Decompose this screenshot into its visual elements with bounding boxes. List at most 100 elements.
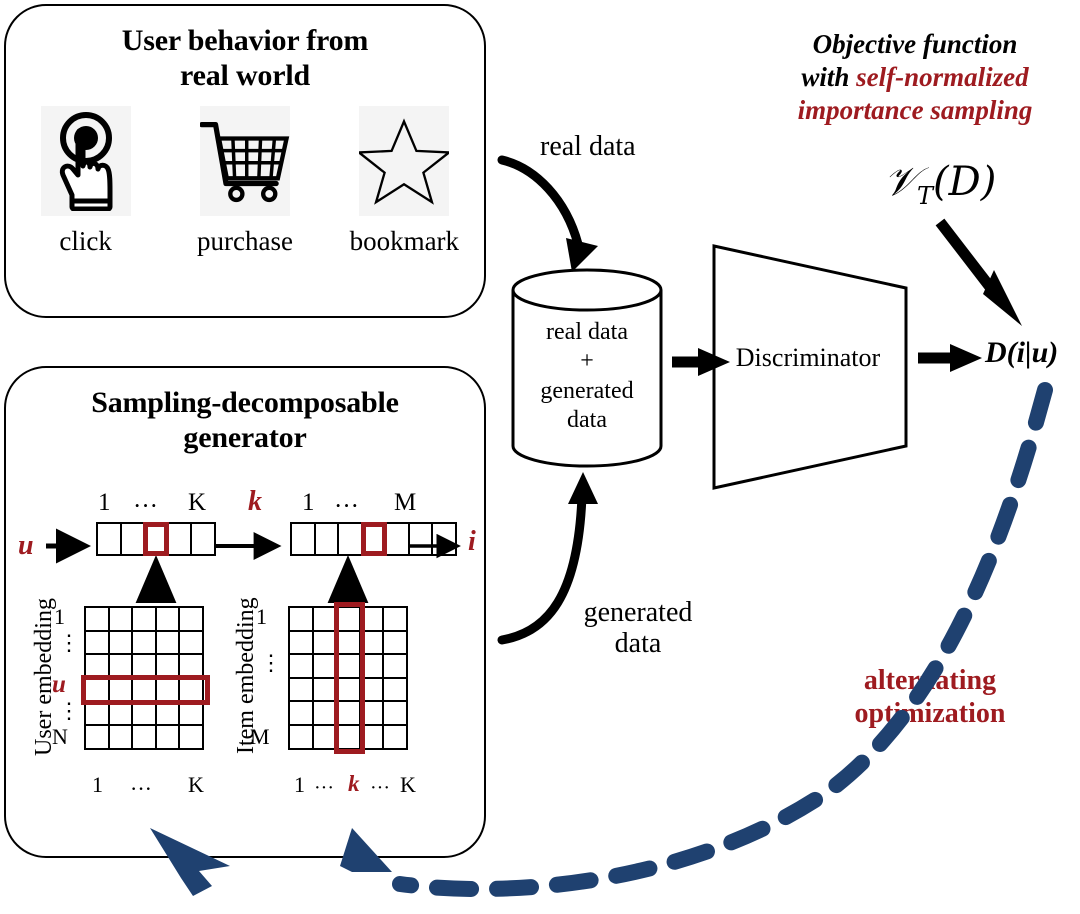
objective-line1: Objective function: [812, 29, 1018, 59]
matrix-cell: [335, 653, 361, 679]
matrix-cell: [131, 606, 157, 632]
matrix-cell: [107, 723, 134, 750]
item-embedding-col-end: K: [400, 772, 416, 797]
matrix-cell: [335, 606, 361, 632]
generator-output-symbol: i: [468, 526, 476, 557]
matrix-cell: [131, 629, 157, 656]
user-embedding-row-dots-lower: ⋮: [58, 698, 80, 723]
matrix-cell: [358, 653, 385, 679]
objective-function-text: Objective function with self-normalized …: [760, 28, 1070, 127]
matrix-cell: [107, 629, 134, 656]
matrix-cell: [178, 606, 204, 632]
matrix-cell: [311, 676, 338, 703]
matrix-cell: [288, 606, 314, 632]
matrix-cell: [154, 629, 181, 656]
item-embedding-matrix-row: [288, 723, 408, 750]
item-embedding-matrix: [288, 602, 408, 754]
vector-k-cell: [119, 522, 146, 556]
matrix-cell: [288, 700, 314, 726]
matrix-cell: [382, 723, 408, 750]
formula-v-symbol: 𝒱: [883, 159, 918, 205]
matrix-cell: [311, 606, 338, 632]
matrix-cell: [154, 723, 181, 750]
generator-middle-symbol: k: [248, 486, 262, 517]
generator-body: u 1 ··· K k 1 ··· M i User embedding 1 ⋮…: [6, 486, 488, 860]
bookmark-star-icon: [359, 118, 450, 205]
matrix-cell: [382, 629, 408, 656]
generator-title-line2: generator: [183, 420, 307, 454]
matrix-cell: [107, 700, 134, 726]
matrix-cell: [107, 653, 134, 679]
vector-k-label-dots: ···: [133, 493, 158, 520]
vector-k-label-start: 1: [98, 489, 111, 516]
matrix-cell: [288, 629, 314, 656]
generated-data-flow-label: generated data: [548, 597, 728, 660]
item-embedding-col-start: 1: [294, 772, 305, 797]
user-embedding-col-start: 1: [92, 772, 103, 797]
matrix-cell: [178, 676, 204, 703]
user-behavior-title: User behavior from real world: [6, 24, 484, 93]
item-embedding-row-dots: ⋮: [260, 650, 282, 675]
item-embedding-matrix-row: [288, 606, 408, 632]
generated-data-line1: generated: [583, 597, 693, 628]
arrow-objective-to-output-head: [983, 270, 1022, 326]
discriminator-label: Discriminator: [735, 343, 881, 372]
matrix-cell: [311, 723, 338, 750]
purchase-cart-icon: [199, 122, 290, 203]
matrix-cell: [178, 723, 204, 750]
matrix-cell: [154, 700, 181, 726]
matrix-cell: [335, 700, 361, 726]
real-data-flow-label: real data: [540, 131, 636, 162]
vector-m-label-dots: ···: [334, 493, 359, 520]
matrix-cell: [84, 723, 110, 750]
user-embedding-row-top: 1: [54, 604, 65, 629]
behavior-item-click: click: [16, 106, 156, 255]
alternating-line1: alternating: [863, 665, 997, 696]
matrix-cell: [131, 653, 157, 679]
user-embedding-matrix-row: [84, 676, 204, 703]
behavior-caption-bookmark: bookmark: [349, 226, 460, 256]
vector-k: [96, 522, 216, 556]
data-store-line1: real data: [546, 319, 628, 345]
vector-m-cell: [384, 522, 410, 556]
vector-m-cell: [290, 522, 316, 556]
generator-panel: Sampling-decomposable generator u 1 ··· …: [4, 366, 486, 858]
vector-m-cell-highlighted: [360, 522, 387, 556]
user-embedding-matrix-row: [84, 653, 204, 679]
matrix-cell: [288, 653, 314, 679]
vector-k-cell-highlighted: [143, 522, 169, 556]
matrix-cell: [358, 700, 385, 726]
matrix-cell: [382, 606, 408, 632]
vector-m-cell: [431, 522, 457, 556]
click-icon: [59, 112, 113, 211]
objective-line3: importance sampling: [797, 94, 1033, 125]
objective-line2: with self-normalized: [760, 61, 1070, 94]
user-embedding-row-bottom: N: [52, 724, 68, 749]
user-embedding-col-end: K: [188, 772, 204, 797]
purchase-cart-icon-box: [199, 106, 290, 216]
vector-k-cell: [190, 522, 216, 556]
user-embedding-col-dots: ···: [130, 776, 152, 801]
click-icon-box: [40, 106, 131, 216]
matrix-cell: [358, 676, 385, 703]
data-store-text: real data + generated data: [507, 318, 667, 435]
user-embedding-row-highlight-label: u: [52, 671, 66, 698]
item-embedding-col-dots-right: ···: [370, 777, 390, 799]
user-embedding-matrix: [81, 606, 210, 750]
alternating-line2: optimization: [854, 698, 1006, 730]
matrix-cell: [311, 700, 338, 726]
vector-m-label-end: M: [394, 489, 417, 516]
matrix-cell: [84, 653, 110, 679]
item-embedding-row-bottom: M: [250, 724, 270, 749]
matrix-cell: [154, 676, 181, 703]
matrix-cell: [131, 723, 157, 750]
matrix-cell: [335, 723, 361, 750]
matrix-cell: [358, 723, 385, 750]
matrix-cell: [288, 676, 314, 703]
matrix-cell: [178, 700, 204, 726]
user-behavior-title-line2: real world: [180, 58, 310, 92]
item-embedding-matrix-row: [288, 676, 408, 703]
behavior-caption-purchase: purchase: [197, 226, 293, 256]
user-behavior-title-line1: User behavior from: [121, 24, 369, 57]
data-store-line3: generated: [540, 377, 634, 404]
